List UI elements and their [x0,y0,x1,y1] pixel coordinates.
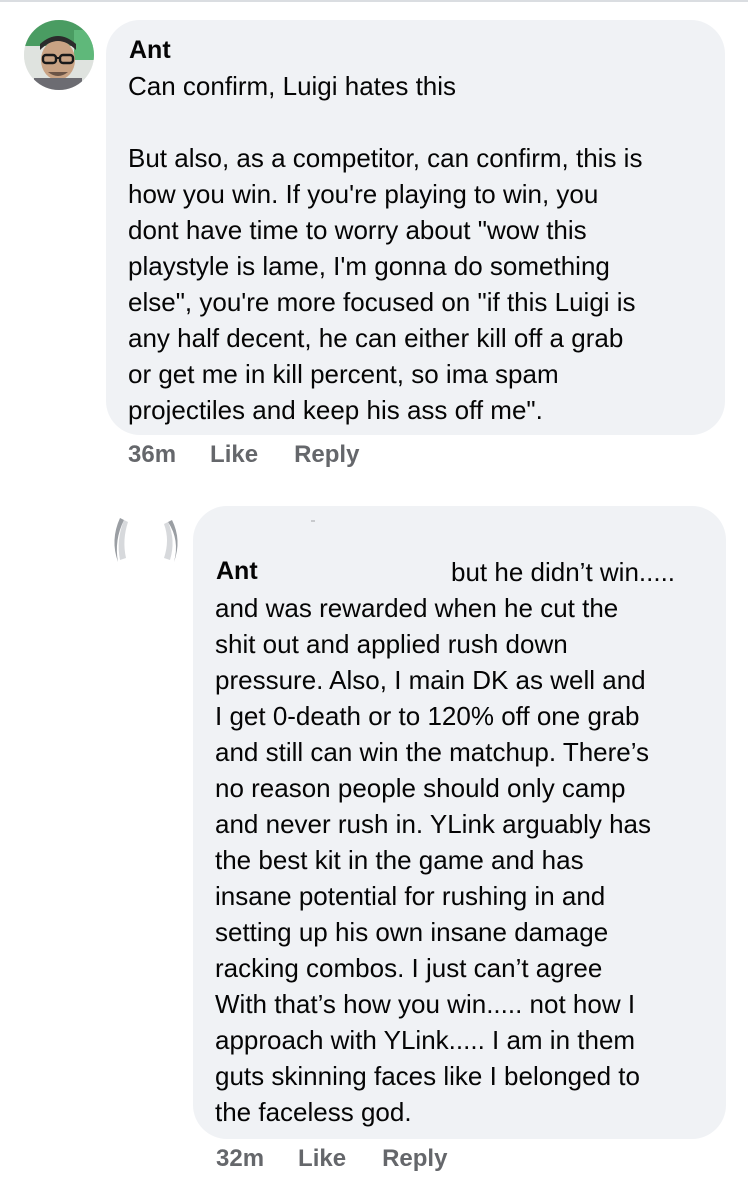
comment-actions: 32m Like Reply [216,1144,447,1174]
comment-line: I get 0-death or to 120% off one grab [215,701,640,731]
comment-line: any half decent, he can either kill off … [128,323,624,353]
comment-line [128,104,718,140]
comment-bubble: Ant but he didn’t win..... and was rewar… [193,506,726,1139]
comment-line: dont have time to worry about "wow this [128,215,587,245]
comment-line: Can confirm, Luigi hates this [128,71,457,101]
comment-timestamp[interactable]: 32m [216,1144,264,1174]
profile-photo-icon [24,20,94,90]
comment-line: else", you're more focused on "if this L… [128,287,636,317]
comment-author[interactable]: Ant [216,556,258,586]
comment-line: pressure. Also, I main DK as well and [215,665,646,695]
comment-line: and never rush in. YLink arguably has [215,809,652,839]
like-button[interactable]: Like [298,1144,346,1174]
comment-line: guts skinning faces like I belonged to [215,1061,640,1091]
comment-line: the faceless god. [215,1097,412,1127]
comment-line: With that’s how you win..... not how I [215,989,636,1019]
comment-line: insane potential for rushing in and [215,881,606,911]
comment-bubble: Ant Can confirm, Luigi hates this But al… [106,20,725,435]
comment-line: the best kit in the game and has [215,845,584,875]
reply-button[interactable]: Reply [382,1144,447,1174]
like-button[interactable]: Like [210,440,258,470]
comment-line: But also, as a competitor, can confirm, … [128,143,643,173]
comment-text: Can confirm, Luigi hates this But also, … [128,68,718,428]
comment-line: and was rewarded when he cut the [215,593,619,623]
comment-actions: 36m Like Reply [128,440,359,470]
comment-timestamp[interactable]: 36m [128,440,176,470]
comment-line: and still can win the matchup. There’s [215,737,650,767]
comment-author[interactable]: Ant [129,35,171,65]
avatar[interactable] [106,510,186,570]
comment-text-tagline: but he didn’t win..... [451,557,676,587]
bubble-mark [311,520,315,522]
top-divider [0,0,748,2]
comment-line: projectiles and keep his ass off me". [128,395,543,425]
comment-line: approach with YLink..... I am in them [215,1025,636,1055]
comment-text: and was rewarded when he cut the shit out… [215,590,715,1130]
avatar[interactable] [24,20,94,90]
comment-line: setting up his own insane damage [215,917,609,947]
comment-line: playstyle is lame, I'm gonna do somethin… [128,251,610,281]
comment-line: shit out and applied rush down [215,629,568,659]
profile-photo-icon [114,518,178,562]
comment-line: racking combos. I just can’t agree [215,953,603,983]
comment-line: how you win. If you're playing to win, y… [128,179,599,209]
comment-line: or get me in kill percent, so ima spam [128,359,559,389]
reply-button[interactable]: Reply [294,440,359,470]
comment-line: no reason people should only camp [215,773,626,803]
